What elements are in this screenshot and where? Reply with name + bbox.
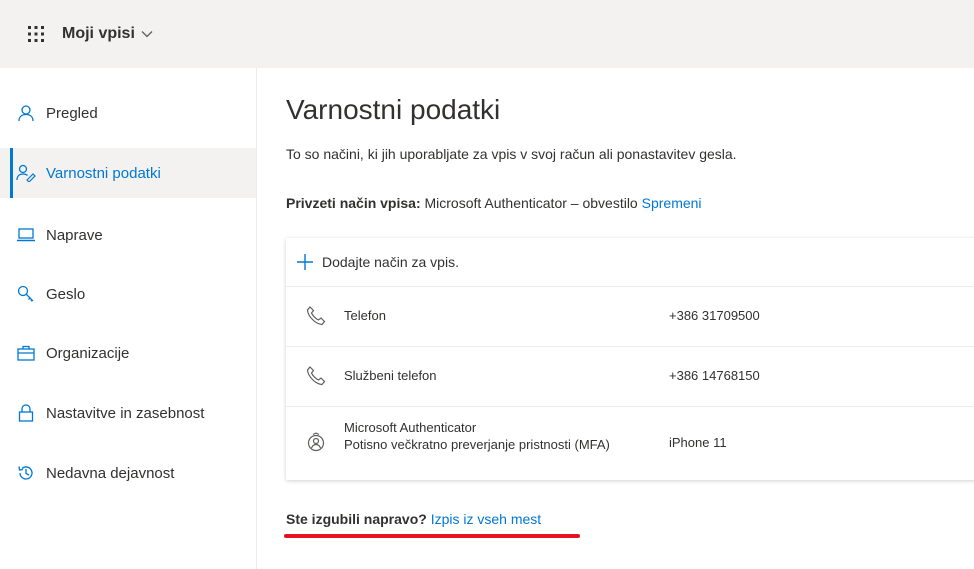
history-icon [16,463,36,483]
laptop-icon [16,225,36,245]
methods-card: Dodajte način za vpis. Telefon +386 3170… [286,238,974,480]
sidebar-item-settings-privacy[interactable]: Nastavitve in zasebnost [0,388,256,438]
sidebar-item-label: Geslo [46,285,86,303]
briefcase-icon [16,343,36,363]
method-name: Telefon [344,308,386,323]
method-value: +386 14768150 [669,368,760,383]
sidebar-item-organizations[interactable]: Organizacije [0,328,256,378]
method-row-office-phone: Službeni telefon +386 14768150 [286,346,974,407]
top-bar: Moji vpisi [0,0,974,68]
sidebar-item-devices[interactable]: Naprave [0,210,256,260]
default-method-value: Microsoft Authenticator – obvestilo [424,195,638,211]
phone-icon [304,364,328,388]
app-switcher[interactable]: Moji vpisi [62,25,153,43]
method-value: iPhone 11 [669,435,727,450]
sidebar-item-password[interactable]: Geslo [0,269,256,319]
lost-device-section: Ste izgubili napravo? Izpis iz vseh mest [286,511,541,527]
security-info-icon [16,163,36,183]
sidebar-item-label: Varnostni podatki [46,164,161,182]
default-sign-in-method: Privzeti način vpisa: Microsoft Authenti… [286,195,702,211]
key-icon [16,284,36,304]
person-icon [16,103,36,123]
authenticator-icon [304,431,328,455]
sign-out-everywhere-link[interactable]: Izpis iz vseh mest [431,511,541,527]
lost-device-question: Ste izgubili napravo? [286,511,427,527]
phone-icon [304,304,328,328]
page-description: To so načini, ki jih uporabljate za vpis… [286,146,737,162]
sidebar-item-overview[interactable]: Pregled [0,88,256,138]
sidebar-item-label: Naprave [46,226,103,244]
app-title: Moji vpisi [62,25,135,42]
add-method-label: Dodajte način za vpis. [322,254,459,270]
plus-icon [296,253,314,271]
annotation-underline [284,534,580,538]
default-method-label: Privzeti način vpisa: [286,195,421,211]
main-content: Varnostni podatki To so načini, ki jih u… [284,68,974,569]
change-default-link[interactable]: Spremeni [642,195,702,211]
sidebar-item-label: Nastavitve in zasebnost [46,404,205,422]
sidebar-item-recent-activity[interactable]: Nedavna dejavnost [0,448,256,498]
lock-icon [16,403,36,423]
sidebar-item-label: Pregled [46,104,98,122]
waffle-icon[interactable] [22,20,50,48]
method-subtitle: Potisno večkratno preverjanje pristnosti… [344,437,610,452]
method-name: Microsoft Authenticator [344,420,477,435]
page-title: Varnostni podatki [286,94,501,125]
method-row-authenticator: Microsoft Authenticator Potisno večkratn… [286,406,974,480]
sidebar-item-security-info[interactable]: Varnostni podatki [0,148,256,198]
sidebar-nav: Pregled Varnostni podatki Naprave Geslo … [0,68,257,569]
add-method-button[interactable]: Dodajte način za vpis. [286,238,974,287]
method-name: Službeni telefon [344,368,437,383]
method-row-phone: Telefon +386 31709500 [286,286,974,347]
sidebar-item-label: Organizacije [46,344,130,362]
method-name-block: Microsoft Authenticator Potisno večkratn… [344,419,610,453]
sidebar-item-label: Nedavna dejavnost [46,464,175,482]
method-value: +386 31709500 [669,308,760,323]
chevron-down-icon [141,30,153,38]
